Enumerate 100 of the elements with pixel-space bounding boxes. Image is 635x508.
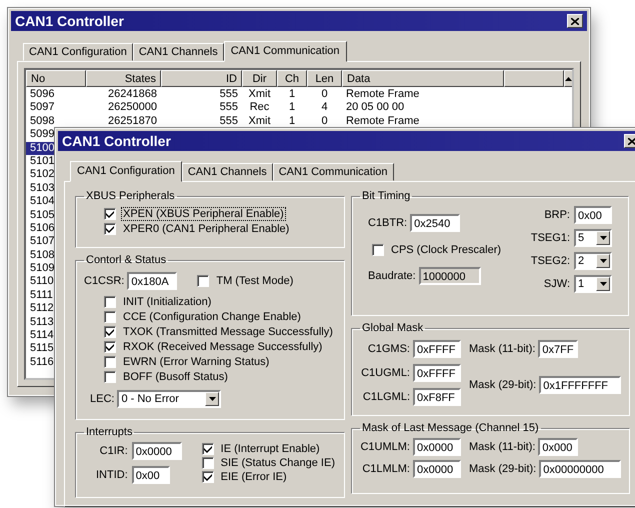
table-cell-text: 5110 xyxy=(29,275,55,289)
dropdown-arrow-icon xyxy=(208,397,216,401)
dropdown-arrow-icon xyxy=(600,236,606,240)
input-field[interactable]: 0x2540 xyxy=(410,214,460,232)
field-label: Mask (29-bit): xyxy=(469,379,536,391)
tab[interactable]: CAN1 Configuration xyxy=(23,43,133,61)
tab[interactable]: CAN1 Communication xyxy=(224,41,347,62)
column-header[interactable]: Dir xyxy=(242,70,277,87)
column-header[interactable]: Ch xyxy=(277,70,307,87)
table-cell-text: 1 xyxy=(288,114,296,128)
field-label: C1BTR: xyxy=(368,217,408,229)
input-field[interactable]: 0x000 xyxy=(538,438,578,456)
checkbox[interactable] xyxy=(104,356,116,368)
input-field[interactable]: 0x00000000 xyxy=(539,460,622,478)
input-field[interactable]: 0x0000 xyxy=(413,438,461,456)
table-cell-text: 5107 xyxy=(29,235,56,249)
close-icon xyxy=(628,138,635,144)
dropdown[interactable]: 2 xyxy=(574,252,612,270)
field-label: C1UMLM: xyxy=(360,441,410,453)
group-title: Bit Timing xyxy=(361,190,412,202)
lec-dropdown[interactable]: 0 - No Error xyxy=(117,390,222,408)
table-cell-text: 5114 xyxy=(29,329,55,342)
table-cell-text: 1 xyxy=(288,88,296,102)
up-arrow-icon xyxy=(565,76,572,80)
tab[interactable]: CAN1 Configuration xyxy=(70,161,182,182)
field-label: TSEG2: xyxy=(530,255,570,267)
column-header[interactable]: No xyxy=(26,70,86,87)
field-label: Mask (11-bit): xyxy=(469,343,536,355)
column-header[interactable]: ID xyxy=(161,70,242,87)
column-header[interactable]: Data xyxy=(342,70,504,87)
checkbox-label: SIE (Status Change IE) xyxy=(220,457,336,469)
table-cell-text: Xmit xyxy=(248,88,272,102)
checkbox[interactable] xyxy=(104,208,116,220)
table-cell-text: 555 xyxy=(218,114,239,128)
checkbox[interactable] xyxy=(104,326,116,338)
field-label: Mask (11-bit): xyxy=(469,441,536,453)
input-field[interactable]: 0xF8FF xyxy=(413,388,461,406)
checkbox[interactable] xyxy=(104,370,116,382)
table-cell-text: 5108 xyxy=(29,248,56,262)
field-label: TSEG1: xyxy=(530,232,570,244)
table-cell-text: 555 xyxy=(218,101,239,115)
checkbox-label: XPER0 (CAN1 Peripheral Enable) xyxy=(122,222,290,234)
table-cell-text: Remote Frame xyxy=(345,88,420,102)
table-cell-text: 5113 xyxy=(29,316,55,330)
column-header[interactable] xyxy=(504,70,564,87)
checkbox-label: TM (Test Mode) xyxy=(215,275,294,287)
table-cell-text: Remote Frame xyxy=(345,114,420,128)
dropdown[interactable]: 1 xyxy=(574,275,612,293)
group-title: XBUS Peripherals xyxy=(85,190,176,202)
field-label: Baudrate: xyxy=(368,270,416,282)
checkbox[interactable] xyxy=(197,275,210,287)
table-cell-text: 5105 xyxy=(29,208,56,222)
close-button[interactable] xyxy=(567,14,583,28)
group-title: Global Mask xyxy=(361,322,424,334)
checkbox[interactable] xyxy=(202,457,214,469)
field-label: BRP: xyxy=(544,209,570,221)
scroll-up-button[interactable] xyxy=(564,70,572,87)
field-label: INTID: xyxy=(96,469,128,481)
checkbox-label: EIE (Error IE) xyxy=(220,471,288,483)
checkbox[interactable] xyxy=(104,310,116,322)
input-field[interactable]: 0x00 xyxy=(132,466,170,484)
field-label: C1GMS: xyxy=(366,343,410,355)
tab[interactable]: CAN1 Channels xyxy=(132,43,224,61)
input-field[interactable]: 0x00 xyxy=(574,206,612,224)
checkbox[interactable] xyxy=(104,222,116,234)
column-header[interactable]: Len xyxy=(307,70,342,87)
table-cell-text: 5103 xyxy=(29,182,56,196)
checkbox-label: EWRN (Error Warning Status) xyxy=(122,356,270,368)
checkbox[interactable] xyxy=(372,244,384,256)
input-field[interactable]: 0x1FFFFFFF xyxy=(539,376,622,394)
table-cell-text: 5116 xyxy=(29,356,55,370)
input-field[interactable]: 0xFFFF xyxy=(413,364,461,382)
dropdown-arrow-icon xyxy=(600,259,606,263)
table-cell-text: 5109 xyxy=(29,262,56,276)
input-field[interactable]: 0xFFFF xyxy=(413,340,461,358)
checkbox[interactable] xyxy=(104,340,116,352)
table-cell-text: 555 xyxy=(218,88,239,102)
table-cell-text: 0 xyxy=(320,88,329,102)
input-field[interactable]: 0x7FF xyxy=(538,340,578,358)
tab[interactable]: CAN1 Channels xyxy=(182,163,273,181)
input-field[interactable]: 0x0000 xyxy=(413,460,461,478)
input-field[interactable]: 0x180A xyxy=(127,272,178,290)
table-cell-text: 26241868 xyxy=(107,88,158,102)
field-label: LEC: xyxy=(90,393,114,405)
table-cell-text: 5111 xyxy=(29,288,54,302)
group-title: Interrupts xyxy=(85,426,134,438)
field-label: C1LMLM: xyxy=(361,463,410,475)
group-title: Contorl & Status xyxy=(85,254,168,266)
tab[interactable]: CAN1 Communication xyxy=(272,163,394,181)
checkbox-label: XPEN (XBUS Peripheral Enable) xyxy=(122,208,285,220)
checkbox[interactable] xyxy=(202,443,214,455)
input-field[interactable]: 0x0000 xyxy=(132,442,182,460)
checkbox-label: CPS (Clock Prescaler) xyxy=(390,244,502,256)
dropdown[interactable]: 5 xyxy=(574,229,612,247)
column-header[interactable]: States xyxy=(86,70,161,87)
checkbox[interactable] xyxy=(104,296,116,308)
table-cell-text: 5098 xyxy=(29,114,56,128)
field-label: SJW: xyxy=(544,278,570,290)
window-title: CAN1 Controller xyxy=(15,13,124,29)
checkbox[interactable] xyxy=(202,471,214,483)
